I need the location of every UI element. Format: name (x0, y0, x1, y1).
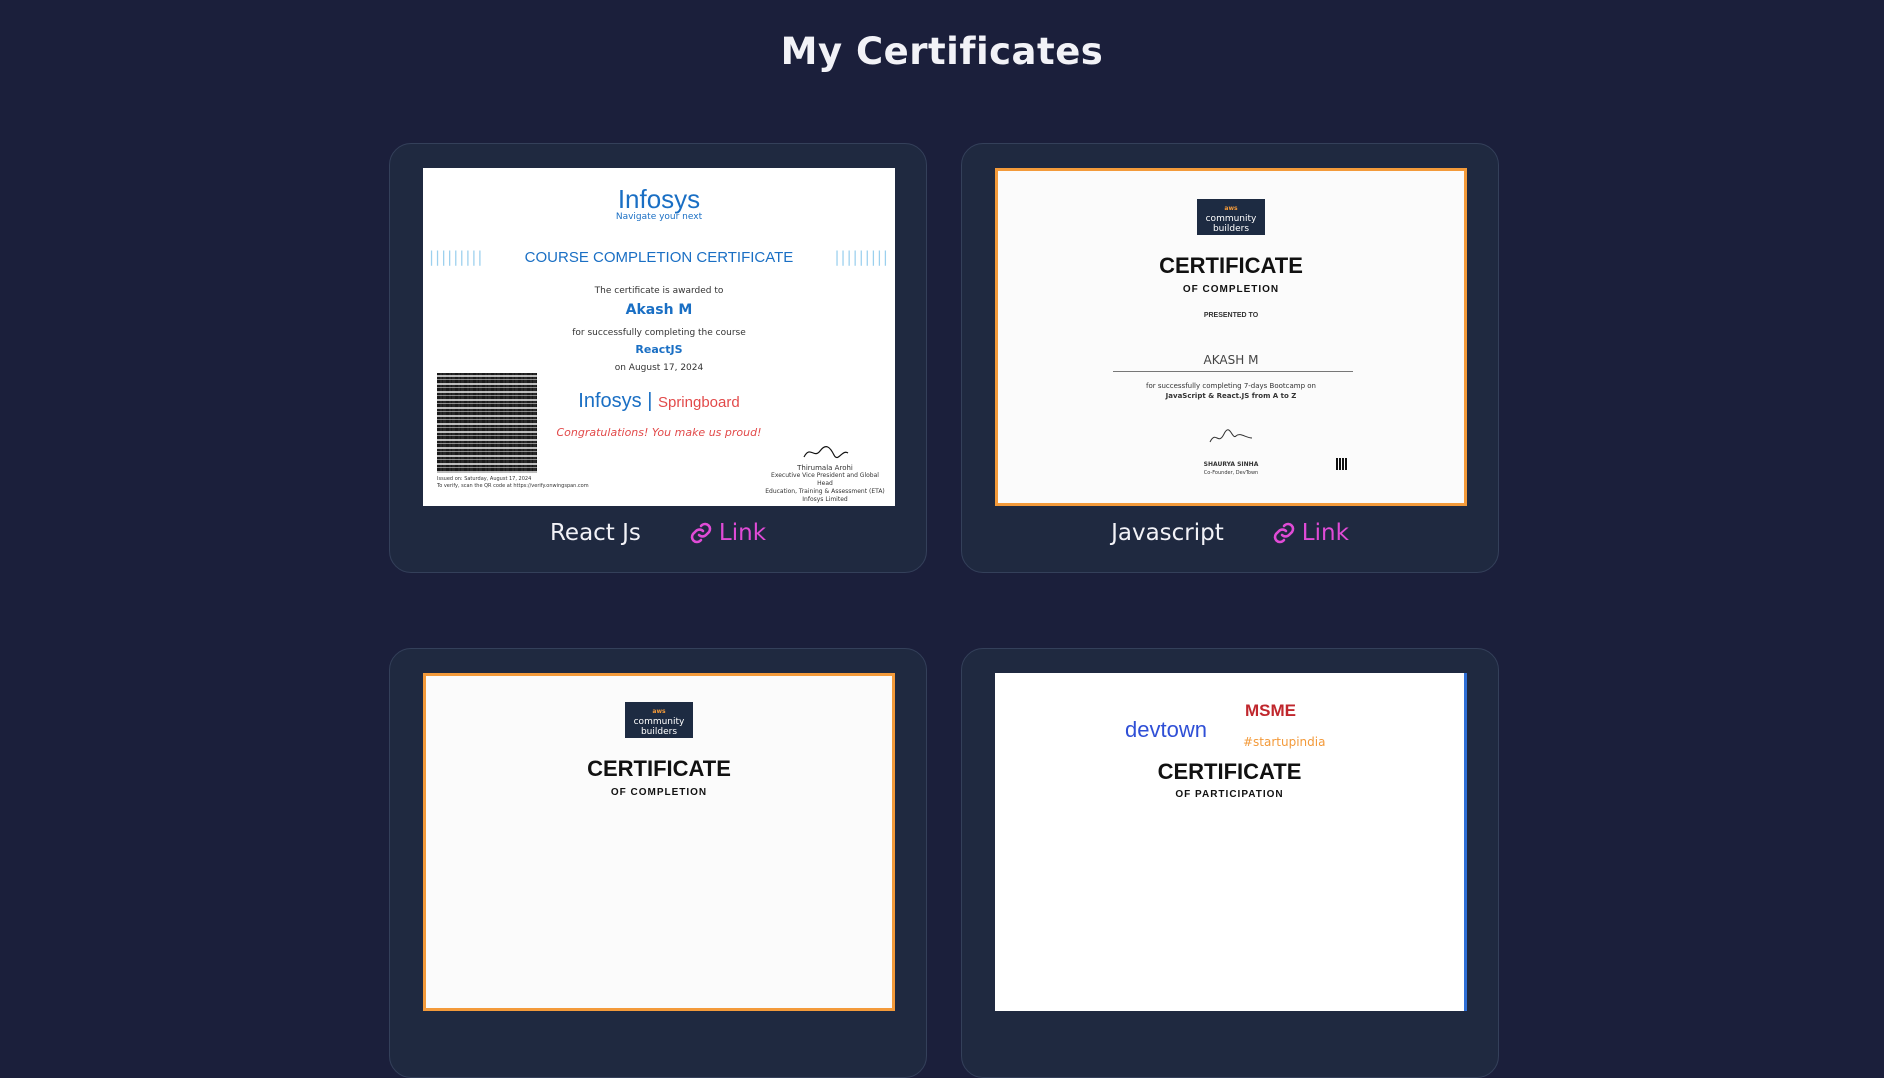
signature-icon (803, 446, 849, 459)
msme-logo: MSME (1245, 701, 1296, 720)
qr-code-icon (437, 373, 537, 473)
certificate-image-react[interactable]: Infosys Navigate your next ||||||||| COU… (423, 168, 895, 506)
certificate-heading: CERTIFICATE (1159, 253, 1303, 278)
page-title: My Certificates (780, 30, 1104, 73)
signer-title: Co-Founder, DevTown (1203, 470, 1259, 476)
certificate-subheading: OF COMPLETION (610, 787, 708, 798)
certificate-heading-band: ||||||||| COURSE COMPLETION CERTIFICATE … (423, 248, 895, 266)
certificate-card-devtown: devtown MSME #startupindia CERTIFICATE O… (961, 648, 1499, 1078)
signature-icon (1209, 429, 1253, 443)
link-icon (690, 522, 712, 544)
certificate-heading: CERTIFICATE (1157, 759, 1302, 784)
congrats-text: Congratulations! You make us proud! (556, 426, 762, 439)
certificate-heading: COURSE COMPLETION CERTIFICATE (524, 248, 794, 266)
presented-to-text: PRESENTED TO (1203, 312, 1259, 319)
signer-name: SHAURYA SINHA (1203, 461, 1259, 468)
infosys-tagline: Navigate your next (615, 212, 703, 222)
certificate-card-aws: aws community builders CERTIFICATE OF COMP… (389, 648, 927, 1078)
link-icon (1273, 522, 1295, 544)
certificate-subheading: OF COMPLETION (1182, 284, 1280, 295)
certificate-link-button[interactable]: Link (689, 520, 766, 546)
decorative-bars-left: ||||||||| (429, 248, 484, 266)
certificate-card-javascript: aws community builders CERTIFICATE OF COMP… (961, 143, 1499, 573)
devtown-logo: devtown (1125, 717, 1207, 742)
certificate-caption: React Js Link (390, 520, 926, 546)
link-label: Link (1301, 520, 1349, 546)
name-underline (1113, 371, 1353, 372)
course-name: JavaScript & React.JS from A to Z (1165, 392, 1297, 400)
signature-block: Thirumala Arohi Executive Vice President… (765, 443, 885, 504)
infosys-logo: Infosys (617, 184, 701, 214)
startup-india-logo: #startupindia (1243, 735, 1326, 749)
recipient-name: Akash M (625, 302, 693, 318)
completion-date: on August 17, 2024 (614, 363, 704, 373)
course-name: ReactJS (635, 343, 683, 356)
qr-code-icon (1336, 458, 1348, 470)
certificate-image-aws[interactable]: aws community builders CERTIFICATE OF COMP… (423, 673, 895, 1011)
aws-community-builders-logo: aws community builders (1197, 199, 1265, 235)
recipient-name: AKASH M (1203, 353, 1259, 367)
certificate-caption: Javascript Link (962, 520, 1498, 546)
link-label: Link (718, 520, 767, 546)
certificate-name: Javascript (1111, 520, 1224, 546)
decorative-bars-right: ||||||||| (834, 248, 889, 266)
certificate-image-javascript[interactable]: aws community builders CERTIFICATE OF COMP… (995, 168, 1467, 506)
certificate-card-react: Infosys Navigate your next ||||||||| COU… (389, 143, 927, 573)
aws-community-builders-logo: aws community builders (625, 702, 693, 738)
certificate-name: React Js (549, 520, 641, 546)
issued-info: Issued on: Saturday, August 17, 2024 To … (437, 476, 589, 489)
certificate-heading: CERTIFICATE (587, 756, 731, 781)
awarded-to-text: The certificate is awarded to (594, 286, 724, 296)
certificate-link-button[interactable]: Link (1272, 520, 1349, 546)
for-text: for successfully completing the course (572, 328, 746, 338)
certificate-image-devtown[interactable]: devtown MSME #startupindia CERTIFICATE O… (995, 673, 1467, 1011)
springboard-logo: Infosys | Springboard (578, 390, 740, 412)
for-text: for successfully completing 7-days Bootc… (1145, 382, 1316, 390)
